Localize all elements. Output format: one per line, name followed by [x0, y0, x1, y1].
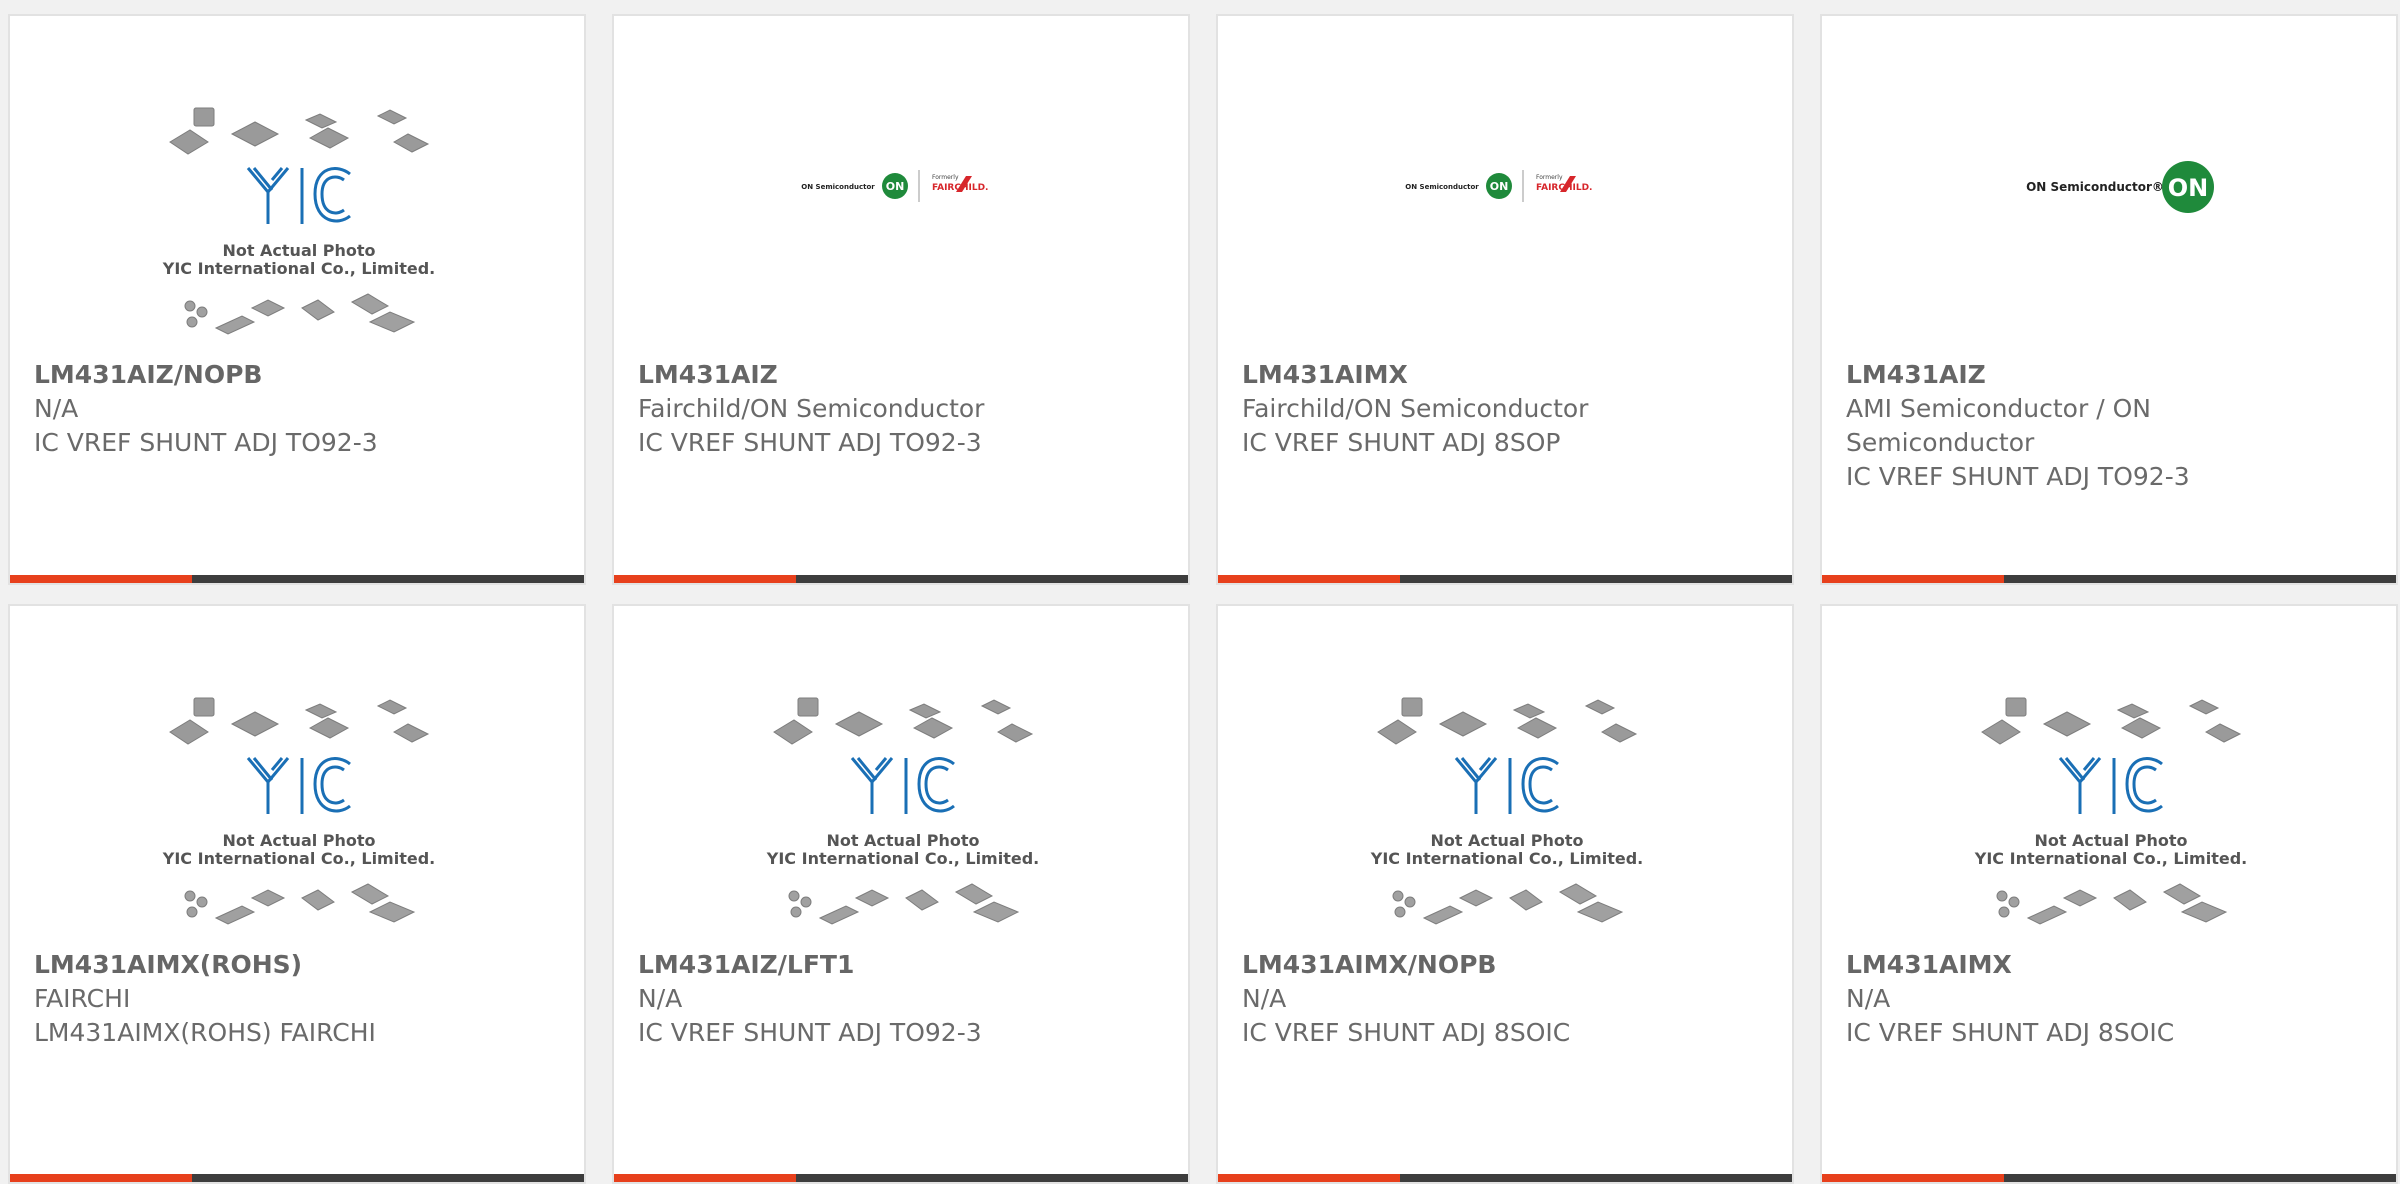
placeholder-text-1: Not Actual Photo [1430, 831, 1583, 850]
description: IC VREF SHUNT ADJ 8SOP [1242, 428, 1561, 457]
manufacturer: N/A [1242, 984, 1287, 1013]
placeholder-text-2: YIC International Co., Limited. [1370, 849, 1643, 868]
part-number[interactable]: LM431AIZ [1846, 358, 2372, 392]
svg-text:ON: ON [1490, 180, 1509, 193]
card-accent-bar [614, 575, 796, 583]
card-accent-bar [1218, 575, 1400, 583]
card-bottom-bar [1822, 575, 2396, 583]
card-bottom-bar [614, 1174, 1188, 1182]
product-image[interactable]: ON Semiconductor ON Formerly FAIRCHILD. [1218, 16, 1792, 351]
product-card[interactable]: Not Actual Photo YIC International Co., … [1820, 604, 2398, 1184]
manufacturer: FAIRCHI [34, 984, 131, 1013]
card-accent-bar [10, 1174, 192, 1182]
product-info: LM431AIZ/NOPB N/A IC VREF SHUNT ADJ TO92… [34, 358, 560, 460]
yic-placeholder-image: Not Actual Photo YIC International Co., … [162, 107, 435, 335]
fairchild-on-logo: ON Semiconductor ON Formerly FAIRCHILD. [801, 170, 988, 202]
logo-text-right-small: Formerly [932, 174, 959, 181]
product-image[interactable]: ON Semiconductor ON Formerly FAIRCHILD. [614, 16, 1188, 351]
product-card[interactable]: Not Actual Photo YIC International Co., … [8, 604, 586, 1184]
logo-mark: ON [2168, 174, 2209, 202]
yic-placeholder-image: Not Actual Photo YIC International Co., … [766, 697, 1039, 925]
yic-placeholder-image: Not Actual Photo YIC International Co., … [1974, 697, 2247, 925]
product-image[interactable]: Not Actual Photo YIC International Co., … [10, 606, 584, 941]
part-number[interactable]: LM431AIMX [1242, 358, 1768, 392]
product-grid: Not Actual Photo YIC International Co., … [0, 0, 2400, 1184]
placeholder-text-1: Not Actual Photo [222, 831, 375, 850]
product-card[interactable]: ON Semiconductor® ON LM431AIZ AMI Semico… [1820, 14, 2398, 585]
card-bottom-bar [10, 1174, 584, 1182]
product-card[interactable]: Not Actual Photo YIC International Co., … [1216, 604, 1794, 1184]
placeholder-text-2: YIC International Co., Limited. [1974, 849, 2247, 868]
card-accent-bar [1218, 1174, 1400, 1182]
card-accent-bar [614, 1174, 796, 1182]
product-info: LM431AIMX N/A IC VREF SHUNT ADJ 8SOIC [1846, 948, 2372, 1050]
part-number[interactable]: LM431AIMX/NOPB [1242, 948, 1768, 982]
card-bottom-bar [10, 575, 584, 583]
logo-text-left: ON Semiconductor [801, 183, 875, 191]
product-info: LM431AIMX/NOPB N/A IC VREF SHUNT ADJ 8SO… [1242, 948, 1768, 1050]
card-bottom-bar [1822, 1174, 2396, 1182]
description: IC VREF SHUNT ADJ 8SOIC [1242, 1018, 1571, 1047]
product-info: LM431AIZ AMI Semiconductor / ON Semicond… [1846, 358, 2372, 494]
card-accent-bar [10, 575, 192, 583]
logo-text-left: ON Semiconductor [1405, 183, 1479, 191]
yic-placeholder-image: Not Actual Photo YIC International Co., … [162, 697, 435, 925]
card-bottom-bar [614, 575, 1188, 583]
placeholder-text-2: YIC International Co., Limited. [766, 849, 1039, 868]
svg-text:ON: ON [886, 180, 905, 193]
logo-text-right-small: Formerly [1536, 174, 1563, 181]
yic-placeholder-image: Not Actual Photo YIC International Co., … [1370, 697, 1643, 925]
product-card[interactable]: ON Semiconductor ON Formerly FAIRCHILD. … [1216, 14, 1794, 585]
product-info: LM431AIZ Fairchild/ON Semiconductor IC V… [638, 358, 1164, 460]
product-card[interactable]: ON Semiconductor ON Formerly FAIRCHILD. … [612, 14, 1190, 585]
product-image[interactable]: Not Actual Photo YIC International Co., … [1822, 606, 2396, 941]
placeholder-text-1: Not Actual Photo [826, 831, 979, 850]
manufacturer: Fairchild/ON Semiconductor [1242, 394, 1589, 423]
product-card[interactable]: Not Actual Photo YIC International Co., … [8, 14, 586, 585]
manufacturer-continued: Semiconductor [1846, 428, 2035, 457]
card-accent-bar [1822, 575, 2004, 583]
placeholder-text-2: YIC International Co., Limited. [162, 259, 435, 278]
part-number[interactable]: LM431AIZ/LFT1 [638, 948, 1164, 982]
placeholder-text-2: YIC International Co., Limited. [162, 849, 435, 868]
manufacturer: AMI Semiconductor / ON [1846, 394, 2151, 423]
product-info: LM431AIMX(ROHS) FAIRCHI LM431AIMX(ROHS) … [34, 948, 560, 1050]
description: IC VREF SHUNT ADJ 8SOIC [1846, 1018, 2175, 1047]
product-image[interactable]: Not Actual Photo YIC International Co., … [10, 16, 584, 351]
description: IC VREF SHUNT ADJ TO92-3 [638, 1018, 982, 1047]
description: IC VREF SHUNT ADJ TO92-3 [1846, 462, 2190, 491]
logo-text: ON Semiconductor® [2026, 180, 2164, 194]
fairchild-on-logo: ON Semiconductor ON Formerly FAIRCHILD. [1405, 170, 1592, 202]
manufacturer: N/A [34, 394, 79, 423]
manufacturer: N/A [1846, 984, 1891, 1013]
description: IC VREF SHUNT ADJ TO92-3 [34, 428, 378, 457]
product-image[interactable]: Not Actual Photo YIC International Co., … [1218, 606, 1792, 941]
description: IC VREF SHUNT ADJ TO92-3 [638, 428, 982, 457]
product-card[interactable]: Not Actual Photo YIC International Co., … [612, 604, 1190, 1184]
part-number[interactable]: LM431AIZ/NOPB [34, 358, 560, 392]
placeholder-text-1: Not Actual Photo [2034, 831, 2187, 850]
on-semiconductor-logo: ON Semiconductor® ON [2026, 161, 2214, 213]
product-image[interactable]: Not Actual Photo YIC International Co., … [614, 606, 1188, 941]
product-info: LM431AIZ/LFT1 N/A IC VREF SHUNT ADJ TO92… [638, 948, 1164, 1050]
card-bottom-bar [1218, 575, 1792, 583]
placeholder-text-1: Not Actual Photo [222, 241, 375, 260]
manufacturer: N/A [638, 984, 683, 1013]
description: LM431AIMX(ROHS) FAIRCHI [34, 1018, 376, 1047]
product-image[interactable]: ON Semiconductor® ON [1822, 16, 2396, 351]
part-number[interactable]: LM431AIMX [1846, 948, 2372, 982]
manufacturer: Fairchild/ON Semiconductor [638, 394, 985, 423]
part-number[interactable]: LM431AIMX(ROHS) [34, 948, 560, 982]
part-number[interactable]: LM431AIZ [638, 358, 1164, 392]
product-info: LM431AIMX Fairchild/ON Semiconductor IC … [1242, 358, 1768, 460]
card-accent-bar [1822, 1174, 2004, 1182]
card-bottom-bar [1218, 1174, 1792, 1182]
